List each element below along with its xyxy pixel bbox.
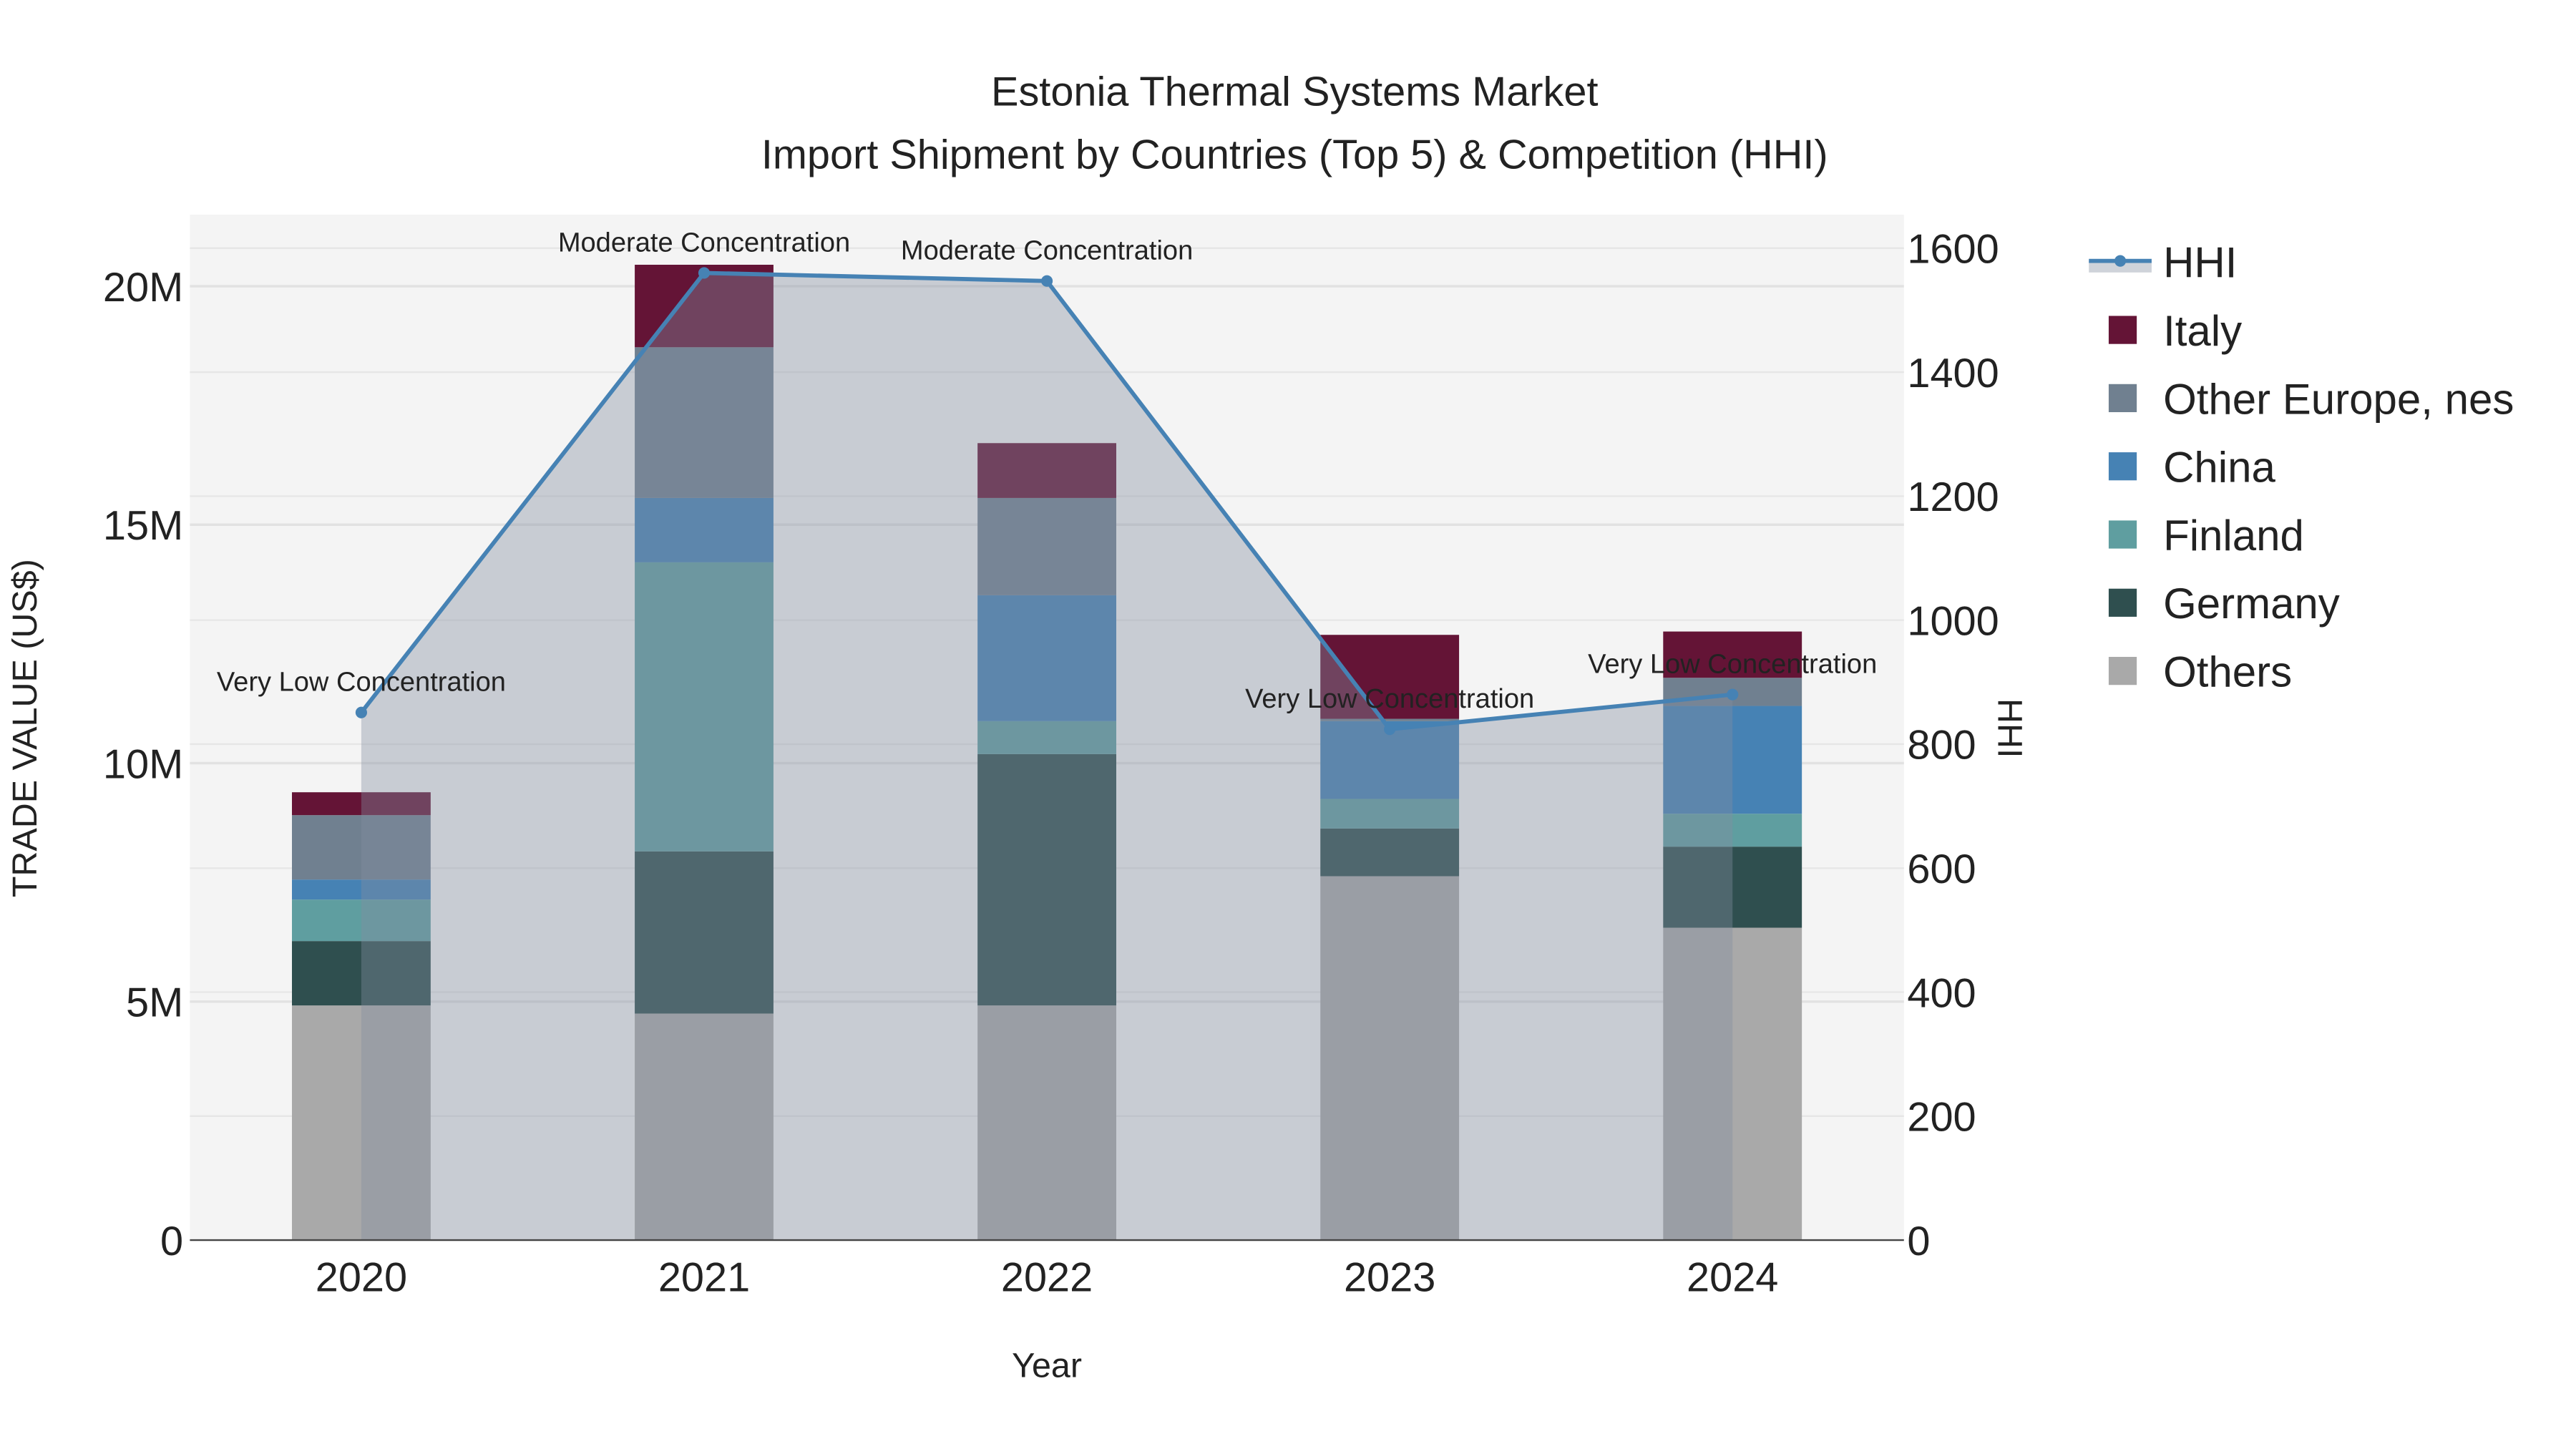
- hhi-annotation: Very Low Concentration: [1245, 684, 1534, 714]
- x-tick-label: 2023: [1344, 1255, 1435, 1301]
- hhi-annotation: Moderate Concentration: [901, 236, 1193, 266]
- y2-tick-label: 200: [1907, 1095, 1976, 1141]
- legend-swatch: [2108, 452, 2137, 481]
- chart: Estonia Thermal Systems Market Import Sh…: [6, 69, 2514, 1385]
- legend-label: HHI: [2163, 239, 2237, 287]
- y-tick-label: 10M: [103, 741, 183, 787]
- legend-swatch: [2108, 384, 2137, 412]
- y2-tick-label: 1200: [1907, 474, 1999, 520]
- y2-axis-ticks: 0 200 400 600 800 1000 1200 1400 1600: [1907, 227, 1999, 1264]
- y2-tick-label: 1000: [1907, 598, 1999, 644]
- y2-tick-label: 400: [1907, 970, 1976, 1016]
- y2-axis-label: HHI: [1990, 698, 2029, 758]
- y2-tick-label: 1400: [1907, 351, 1999, 396]
- legend-label: Italy: [2163, 307, 2242, 355]
- y2-tick-label: 600: [1907, 847, 1976, 892]
- y-tick-label: 0: [160, 1219, 183, 1264]
- legend-swatch-hhi-marker: [2114, 255, 2127, 267]
- y-tick-label: 15M: [103, 503, 183, 549]
- legend-label: Others: [2163, 648, 2292, 696]
- x-tick-label: 2021: [658, 1255, 750, 1301]
- hhi-point: [1041, 275, 1053, 287]
- legend-swatch: [2108, 588, 2137, 617]
- y2-tick-label: 0: [1907, 1219, 1930, 1264]
- hhi-point: [698, 267, 711, 279]
- chart-subtitle: Import Shipment by Countries (Top 5) & C…: [761, 132, 1828, 177]
- y2-tick-label: 1600: [1907, 227, 1999, 273]
- hhi-annotation: Moderate Concentration: [558, 228, 850, 258]
- legend-label: Germany: [2163, 580, 2340, 628]
- chart-title: Estonia Thermal Systems Market: [991, 69, 1599, 115]
- y2-tick-label: 800: [1907, 723, 1976, 769]
- y-axis-label: TRADE VALUE (US$): [6, 559, 44, 897]
- x-tick-label: 2022: [1001, 1255, 1093, 1301]
- legend-label: Finland: [2163, 512, 2304, 560]
- hhi-point: [1727, 688, 1739, 701]
- hhi-point: [1384, 723, 1396, 736]
- y-axis-ticks: 0 5M 10M 15M 20M: [103, 265, 183, 1264]
- x-tick-label: 2020: [316, 1255, 407, 1301]
- hhi-point: [355, 706, 367, 718]
- y-tick-label: 20M: [103, 265, 183, 311]
- legend-swatch: [2108, 316, 2137, 344]
- x-axis-label: Year: [1012, 1347, 1082, 1385]
- hhi-annotation: Very Low Concentration: [1588, 650, 1877, 680]
- x-axis-ticks: 2020 2021 2022 2023 2024: [316, 1255, 1779, 1301]
- x-tick-label: 2024: [1687, 1255, 1778, 1301]
- y-tick-label: 5M: [126, 980, 183, 1026]
- hhi-annotation: Very Low Concentration: [217, 668, 506, 698]
- legend-swatch: [2108, 657, 2137, 686]
- legend-label: Other Europe, nes: [2163, 375, 2514, 423]
- legend: HHI Italy Other Europe, nes China Finland Ger…: [2089, 239, 2514, 696]
- legend-label: China: [2163, 444, 2275, 492]
- legend-swatch: [2108, 520, 2137, 549]
